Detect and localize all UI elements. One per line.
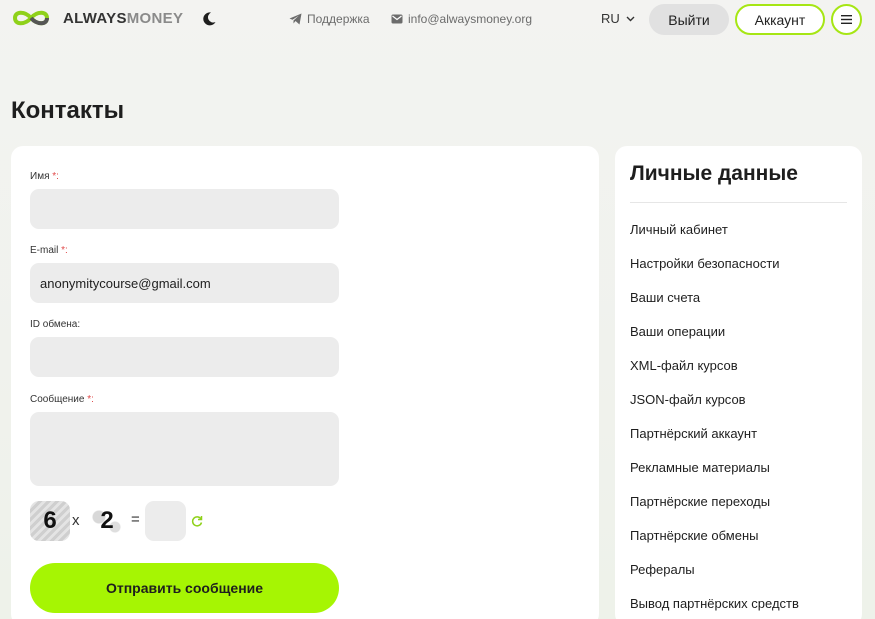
refresh-icon[interactable] [191,515,203,527]
sidebar-title: Личные данные [630,162,798,185]
sidebar-item-partner-clicks[interactable]: Партнёрские переходы [630,495,799,529]
contact-form: Имя *: E-mail *: ID обмена: Сообщение *:… [11,146,599,619]
name-input[interactable] [30,189,339,229]
support-label: Поддержка [307,12,370,26]
exchange-id-label: ID обмена: [30,319,81,330]
sidebar-menu: Личный кабинет Настройки безопасности Ва… [630,223,799,619]
captcha-number-a: 6 [30,501,70,541]
submit-button[interactable]: Отправить сообщение [30,563,339,613]
email-input[interactable] [30,263,339,303]
telegram-icon [289,13,302,25]
email-label: info@alwaysmoney.org [408,12,533,26]
sidebar-item-json-rates[interactable]: JSON-файл курсов [630,393,799,427]
message-textarea[interactable] [30,412,339,486]
sidebar-item-xml-rates[interactable]: XML-файл курсов [630,359,799,393]
name-label: Имя *: [30,171,59,182]
sidebar-item-partner-account[interactable]: Партнёрский аккаунт [630,427,799,461]
sidebar-item-promo-materials[interactable]: Рекламные материалы [630,461,799,495]
sidebar-item-security[interactable]: Настройки безопасности [630,257,799,291]
sidebar-item-cabinet[interactable]: Личный кабинет [630,223,799,257]
email-label-field: E-mail *: [30,245,68,256]
mail-icon [391,14,403,24]
logout-button[interactable]: Выйти [649,4,729,35]
captcha-answer-input[interactable] [145,501,186,541]
menu-button[interactable] [831,4,862,35]
sidebar-item-operations[interactable]: Ваши операции [630,325,799,359]
support-link[interactable]: Поддержка [289,12,370,26]
exchange-id-input[interactable] [30,337,339,377]
sidebar-item-referrals[interactable]: Рефералы [630,563,799,597]
site-header: ALWAYSMONEY Поддержка info@alwaysmoney.o… [0,0,875,40]
personal-data-sidebar: Личные данные Личный кабинет Настройки б… [615,146,862,619]
language-select[interactable]: RU [601,11,635,26]
language-label: RU [601,11,620,26]
captcha-equals: = [131,511,140,528]
email-link[interactable]: info@alwaysmoney.org [391,12,532,26]
chevron-down-icon [626,16,635,21]
captcha-number-b: 2 [87,501,127,541]
sidebar-divider [630,202,847,203]
account-button[interactable]: Аккаунт [735,4,825,35]
sidebar-item-partner-withdrawal[interactable]: Вывод партнёрских средств [630,597,799,619]
hamburger-icon [841,15,852,24]
sidebar-item-partner-exchanges[interactable]: Партнёрские обмены [630,529,799,563]
moon-icon[interactable] [201,11,217,27]
message-label: Сообщение *: [30,394,94,405]
captcha-operator: x [72,512,80,529]
sidebar-item-accounts[interactable]: Ваши счета [630,291,799,325]
infinity-logo-icon [12,10,50,26]
logo[interactable]: ALWAYSMONEY [11,8,183,28]
page-title: Контакты [11,97,125,124]
logo-text: ALWAYSMONEY [63,9,184,27]
